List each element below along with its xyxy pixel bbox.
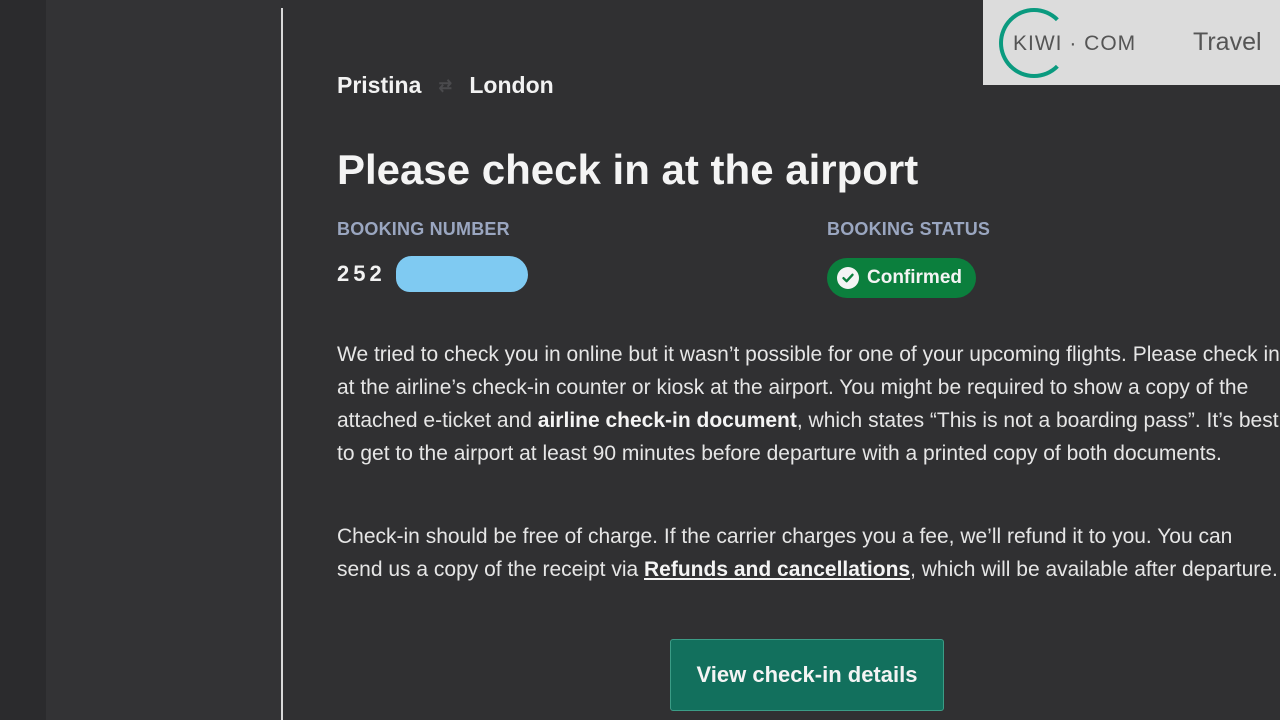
- plane-arrow-icon: ⇄: [438, 77, 453, 95]
- kiwi-watermark: KIWI · COM Travel: [983, 0, 1280, 85]
- kiwi-travel-text: Travel: [1193, 28, 1262, 56]
- email-view: Pristina ⇄ London Please check in at the…: [0, 0, 1280, 720]
- booking-number-value: 252: [337, 256, 528, 292]
- status-badge: Confirmed: [827, 258, 976, 298]
- refund-message-paragraph: Check-in should be free of charge. If th…: [337, 520, 1280, 586]
- refunds-link[interactable]: Refunds and cancellations: [644, 558, 910, 581]
- kiwi-logo: KIWI · COM: [999, 7, 1149, 78]
- left-pane: [0, 0, 46, 720]
- kiwi-logo-text: KIWI · COM: [1013, 31, 1137, 55]
- refund-text-2: , which will be available after departur…: [910, 558, 1278, 581]
- view-checkin-details-button[interactable]: View check-in details: [670, 639, 944, 711]
- divider: [281, 8, 283, 720]
- status-text: Confirmed: [867, 267, 962, 288]
- email-content: Pristina ⇄ London Please check in at the…: [337, 0, 1280, 720]
- checkin-document-bold: airline check-in document: [537, 409, 797, 432]
- checkin-message-paragraph: We tried to check you in online but it w…: [337, 338, 1280, 470]
- sidebar: [46, 0, 281, 720]
- flight-route: Pristina ⇄ London: [337, 72, 554, 99]
- check-circle-icon: [837, 267, 859, 289]
- booking-number-digits: 252: [337, 261, 386, 286]
- booking-number-label: BOOKING NUMBER: [337, 219, 510, 239]
- page-title: Please check in at the airport: [337, 146, 919, 193]
- redaction-mark: [395, 256, 528, 292]
- booking-status-label: BOOKING STATUS: [827, 219, 991, 239]
- route-destination: London: [469, 72, 554, 98]
- route-origin: Pristina: [337, 72, 422, 98]
